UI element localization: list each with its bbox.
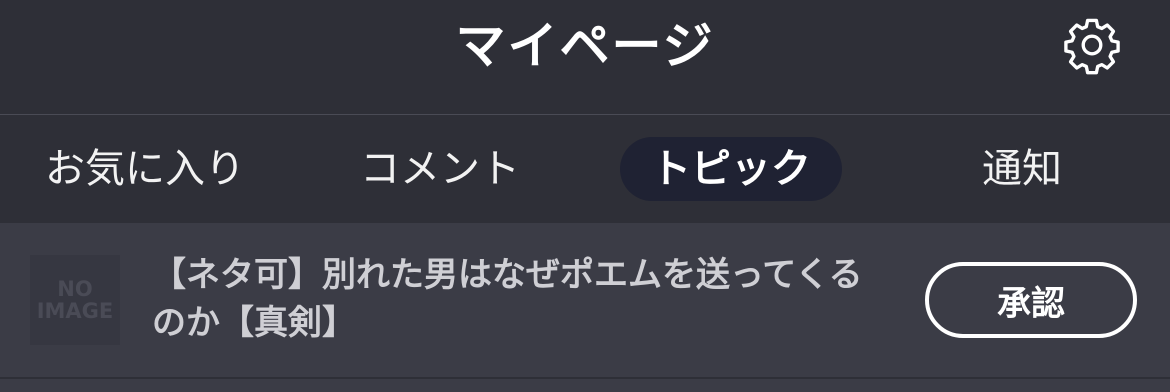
approve-button[interactable]: 承認: [925, 262, 1137, 338]
tab-favorites[interactable]: お気に入り: [40, 137, 250, 201]
thumbnail-text-no: NO: [57, 277, 93, 301]
tab-bar: お気に入り コメント トピック 通知: [0, 115, 1170, 223]
settings-button[interactable]: [1058, 15, 1126, 79]
tab-topics[interactable]: トピック: [620, 137, 842, 201]
gear-icon: [1061, 14, 1123, 80]
topic-title[interactable]: 【ネタ可】別れた男はなぜポエムを送ってくるのか【真剣】: [152, 251, 872, 347]
list-item[interactable]: NO IMAGE 【ネタ可】別れた男はなぜポエムを送ってくるのか【真剣】 承認: [0, 223, 1170, 377]
tab-comments[interactable]: コメント: [340, 137, 540, 201]
tab-notifications[interactable]: 通知: [960, 137, 1084, 201]
my-page-screen: マイページ お気に入り コメント トピック 通知 NO IMAGE 【ネタ可】別…: [0, 0, 1170, 392]
page-title: マイページ: [455, 17, 715, 75]
header-bar: マイページ: [0, 0, 1170, 114]
thumbnail-text-image: IMAGE: [36, 299, 114, 323]
thumbnail-placeholder: NO IMAGE: [30, 255, 120, 345]
topic-list: NO IMAGE 【ネタ可】別れた男はなぜポエムを送ってくるのか【真剣】 承認: [0, 223, 1170, 392]
list-divider: [0, 377, 1170, 379]
